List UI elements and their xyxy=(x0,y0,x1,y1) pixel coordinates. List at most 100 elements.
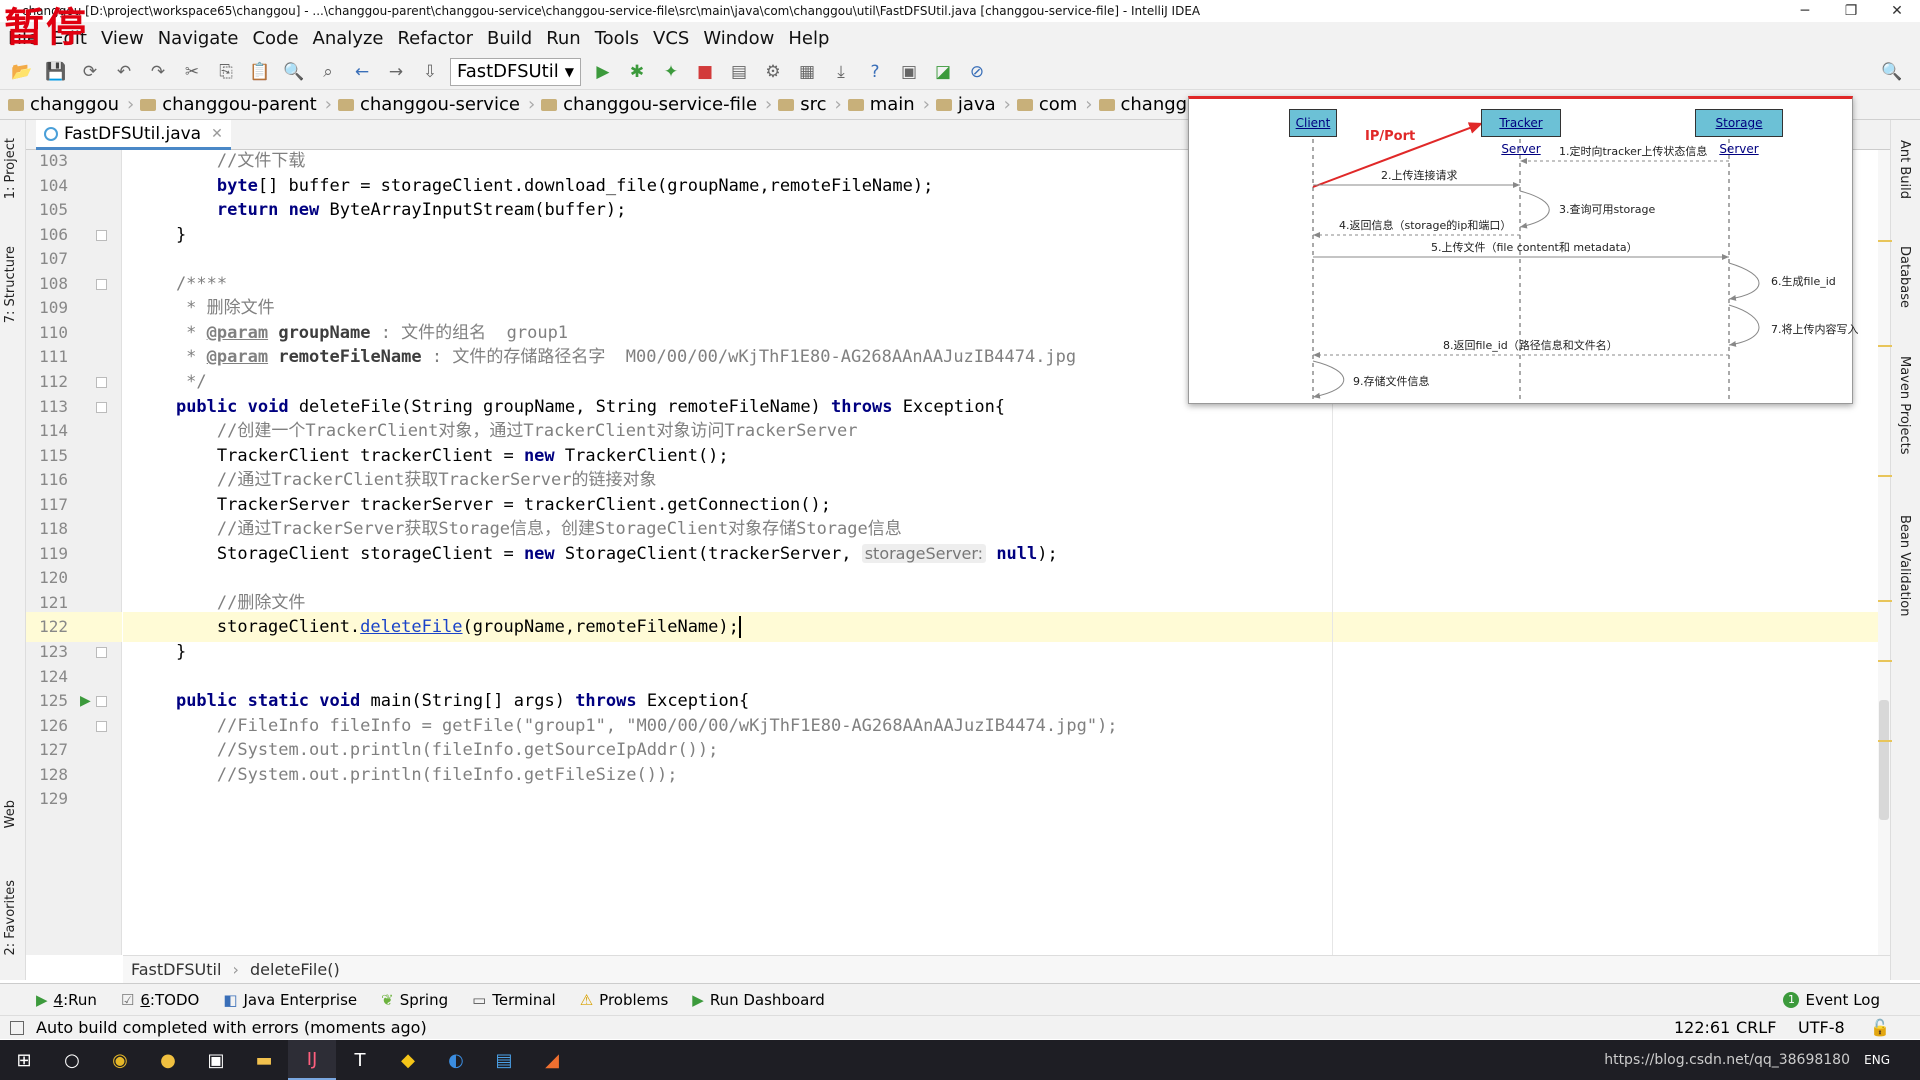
build-icon[interactable]: ⇩ xyxy=(416,58,444,86)
menu-vcs[interactable]: VCS xyxy=(653,28,689,49)
tool-tab-web[interactable]: Web xyxy=(3,800,18,828)
folder-icon[interactable]: ▬ xyxy=(240,1040,288,1080)
app-icon-2[interactable]: ▣ xyxy=(192,1040,240,1080)
scrollbar-warning-mark[interactable] xyxy=(1878,240,1892,242)
breadcrumb-item[interactable]: main › xyxy=(847,94,930,115)
run-config-select[interactable]: FastDFSUtil ▼ xyxy=(450,57,581,86)
search-icon[interactable]: ○ xyxy=(48,1040,96,1080)
sync-icon[interactable]: ⟳ xyxy=(76,58,104,86)
breadcrumb-item[interactable]: src › xyxy=(778,94,842,115)
save-icon[interactable]: 💾 xyxy=(42,58,70,86)
language-indicator[interactable]: ENG xyxy=(1864,1053,1890,1067)
tool-window-java-enterprise[interactable]: ◧ Java Enterprise xyxy=(223,991,357,1009)
tool-window-run-dashboard[interactable]: ▶ Run Dashboard xyxy=(692,991,824,1009)
tool-window-problems[interactable]: ⚠ Problems xyxy=(580,991,669,1009)
tool-tab-maven[interactable]: Maven Projects xyxy=(1897,356,1912,455)
menu-analyze[interactable]: Analyze xyxy=(313,28,384,49)
run-gutter-icon[interactable]: ▶ xyxy=(80,686,91,716)
tool-tab-bean-validation[interactable]: Bean Validation xyxy=(1897,515,1912,616)
tool-window-terminal[interactable]: ▭ Terminal xyxy=(472,991,556,1009)
forward-icon[interactable]: → xyxy=(382,58,410,86)
tool-window-run[interactable]: ▶ 4: Run xyxy=(36,991,97,1009)
fold-marker-icon[interactable] xyxy=(96,647,107,658)
breadcrumb-item[interactable]: com › xyxy=(1016,94,1093,115)
file-encoding[interactable]: UTF-8 xyxy=(1798,1016,1845,1040)
stop-icon[interactable]: ■ xyxy=(691,58,719,86)
fold-marker-icon[interactable] xyxy=(96,376,107,388)
replace-icon[interactable]: ⌕ xyxy=(314,58,342,86)
back-icon[interactable]: ← xyxy=(348,58,376,86)
breadcrumb-item[interactable]: changgou › xyxy=(8,94,134,115)
layout-icon[interactable]: ▣ xyxy=(895,58,923,86)
lock-icon[interactable]: 🔓 xyxy=(1870,1016,1890,1040)
coverage-icon[interactable]: ✦ xyxy=(657,58,685,86)
power-save-icon[interactable]: ⊘ xyxy=(963,58,991,86)
tool-tab-structure[interactable]: 7: Structure xyxy=(3,246,18,323)
scrollbar-warning-mark[interactable] xyxy=(1878,475,1892,477)
scrollbar-warning-mark[interactable] xyxy=(1878,660,1892,662)
close-button[interactable]: ✕ xyxy=(1874,0,1920,22)
scrollbar-warning-mark[interactable] xyxy=(1878,740,1892,742)
menu-view[interactable]: View xyxy=(101,28,144,49)
tool-window-spring[interactable]: ❦ Spring xyxy=(381,991,448,1009)
line-separator[interactable]: CRLF xyxy=(1736,1016,1776,1040)
event-log-button[interactable]: 1 Event Log xyxy=(1783,984,1880,1016)
windows-start-icon[interactable]: ⊞ xyxy=(0,1040,48,1080)
app-icon-4[interactable]: ◐ xyxy=(432,1040,480,1080)
tool-window-todo[interactable]: ☑ 6: TODO xyxy=(121,991,199,1009)
project-structure-icon[interactable]: ▦ xyxy=(793,58,821,86)
menu-code[interactable]: Code xyxy=(252,28,298,49)
breadcrumb-item[interactable]: changgou-parent › xyxy=(140,94,332,115)
redo-icon[interactable]: ↷ xyxy=(144,58,172,86)
copy-icon[interactable]: ⎘ xyxy=(212,58,240,86)
editor-scrollbar[interactable] xyxy=(1878,150,1890,955)
app-icon-3[interactable]: ◆ xyxy=(384,1040,432,1080)
tool-tab-project[interactable]: 1: Project xyxy=(3,138,18,199)
minimize-button[interactable]: ─ xyxy=(1782,0,1828,22)
settings-icon[interactable]: ⚙ xyxy=(759,58,787,86)
maximize-button[interactable]: ❐ xyxy=(1828,0,1874,22)
caret-position[interactable]: 122:61 xyxy=(1674,1016,1730,1040)
code-line[interactable] xyxy=(123,784,1890,814)
intellij-icon[interactable]: IJ xyxy=(288,1040,336,1080)
scrollbar-thumb[interactable] xyxy=(1879,700,1889,820)
debug-icon[interactable]: ✱ xyxy=(623,58,651,86)
typora-icon[interactable]: T xyxy=(336,1040,384,1080)
fold-marker-icon[interactable] xyxy=(96,229,107,241)
scrollbar-warning-mark[interactable] xyxy=(1878,600,1892,602)
paste-icon[interactable]: 📋 xyxy=(246,58,274,86)
status-toggle-icon[interactable] xyxy=(10,1021,24,1035)
code-breadcrumb-method[interactable]: deleteFile() xyxy=(250,960,340,979)
close-tab-icon[interactable]: ✕ xyxy=(211,126,223,142)
code-breadcrumb-class[interactable]: FastDFSUtil xyxy=(131,960,221,979)
fold-marker-icon[interactable] xyxy=(96,720,107,732)
cut-icon[interactable]: ✂ xyxy=(178,58,206,86)
help-icon[interactable]: ? xyxy=(861,58,889,86)
fold-marker-icon[interactable] xyxy=(96,696,107,708)
scrollbar-warning-mark[interactable] xyxy=(1878,345,1892,347)
undo-icon[interactable]: ↶ xyxy=(110,58,138,86)
menu-navigate[interactable]: Navigate xyxy=(158,28,239,49)
menu-run[interactable]: Run xyxy=(546,28,581,49)
app-icon-1[interactable]: ● xyxy=(144,1040,192,1080)
find-icon[interactable]: 🔍 xyxy=(280,58,308,86)
breadcrumb-item[interactable]: changgou-service › xyxy=(337,94,535,115)
app-icon-6[interactable]: ◢ xyxy=(528,1040,576,1080)
tool-tab-database[interactable]: Database xyxy=(1897,246,1912,308)
tool-tab-ant-build[interactable]: Ant Build xyxy=(1897,140,1912,199)
breadcrumb-item[interactable]: java › xyxy=(935,94,1011,115)
vcs-icon[interactable]: ▤ xyxy=(725,58,753,86)
menu-window[interactable]: Window xyxy=(703,28,774,49)
menu-tools[interactable]: Tools xyxy=(595,28,639,49)
tool-tab-favorites[interactable]: 2: Favorites xyxy=(3,880,18,956)
fold-marker-icon[interactable] xyxy=(96,278,107,290)
search-everywhere-icon[interactable]: 🔍 xyxy=(1878,58,1906,86)
fold-marker-icon[interactable] xyxy=(96,401,107,413)
chrome-icon[interactable]: ◉ xyxy=(96,1040,144,1080)
download-icon[interactable]: ⤓ xyxy=(827,58,855,86)
app-icon-5[interactable]: ▤ xyxy=(480,1040,528,1080)
menu-build[interactable]: Build xyxy=(487,28,532,49)
breadcrumb-item[interactable]: changgou-service-file › xyxy=(541,94,772,115)
run-icon[interactable]: ▶ xyxy=(589,58,617,86)
menu-refactor[interactable]: Refactor xyxy=(397,28,473,49)
